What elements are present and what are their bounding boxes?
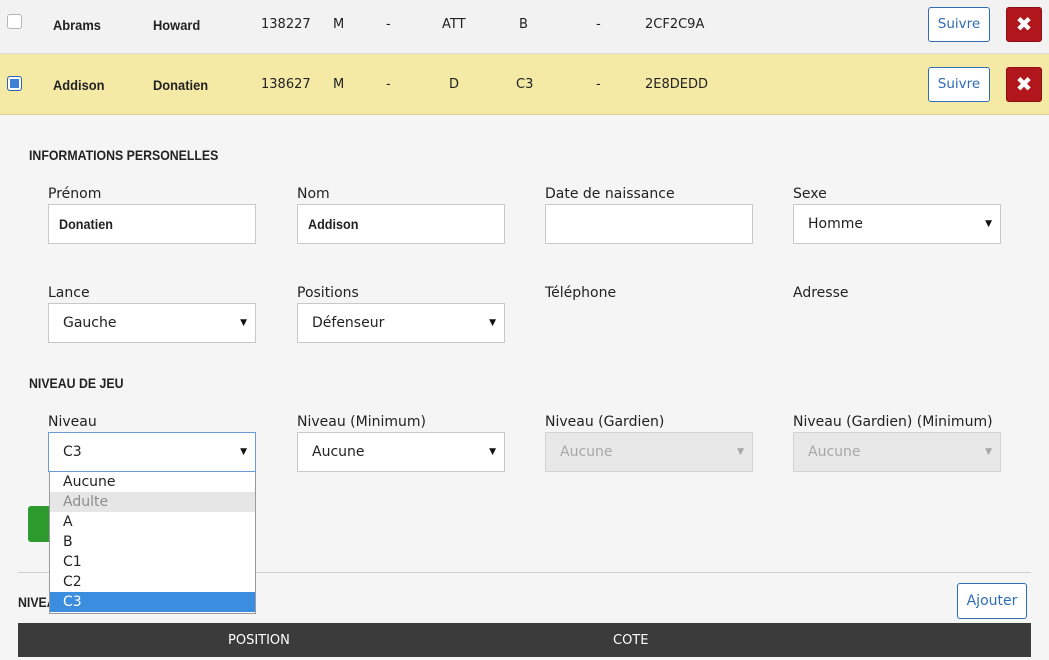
section-title-game-level: NIVEAU DE JEU — [29, 375, 124, 391]
dob-field[interactable] — [545, 204, 753, 244]
player-level: C3 — [516, 77, 534, 92]
close-icon[interactable]: ✖ — [1006, 67, 1042, 102]
row-checkbox[interactable] — [7, 76, 22, 91]
dropdown-option[interactable]: B — [50, 532, 255, 552]
player-code: 2CF2C9A — [645, 17, 705, 32]
positions-label: Positions — [297, 285, 359, 301]
sexe-label: Sexe — [793, 186, 827, 202]
niveau-label: Niveau — [48, 414, 97, 430]
niveau-select[interactable]: C3 ▼ — [48, 432, 256, 472]
player-position: ATT — [442, 17, 466, 32]
close-icon[interactable]: ✖ — [1006, 7, 1042, 42]
positions-value: Défenseur — [312, 315, 385, 331]
first-name: Donatien — [153, 77, 209, 93]
gardien-label: Niveau (Gardien) — [545, 414, 665, 430]
dropdown-option-selected[interactable]: C3 — [50, 592, 255, 612]
niveau-min-label: Niveau (Minimum) — [297, 414, 426, 430]
lance-select[interactable]: Gauche ▼ — [48, 303, 256, 343]
gardien-min-label: Niveau (Gardien) (Minimum) — [793, 414, 993, 430]
lance-value: Gauche — [63, 315, 117, 331]
player-position: D — [449, 77, 460, 92]
prenom-label: Prénom — [48, 186, 102, 202]
caret-down-icon: ▼ — [240, 447, 247, 457]
first-name: Howard — [153, 17, 201, 33]
niveau-value: C3 — [63, 444, 82, 460]
niveau-min-value: Aucune — [312, 444, 365, 460]
nom-field[interactable]: Addison — [297, 204, 505, 244]
dropdown-option[interactable]: Aucune — [50, 472, 255, 492]
col-position: POSITION — [228, 633, 290, 648]
table-row-selected[interactable]: Addison Donatien 138627 M - D C3 - 2E8DE… — [0, 54, 1049, 115]
caret-down-icon: ▼ — [985, 219, 992, 229]
sexe-value: Homme — [808, 216, 863, 232]
last-name: Addison — [53, 77, 105, 93]
player-number: 138227 — [261, 17, 311, 32]
player-col5: - — [386, 77, 391, 92]
follow-button[interactable]: Suivre — [928, 67, 990, 102]
gardien-value: Aucune — [560, 444, 613, 460]
lance-label: Lance — [48, 285, 90, 301]
table-row[interactable]: Abrams Howard 138227 M - ATT B - 2CF2C9A… — [0, 0, 1049, 54]
adresse-label: Adresse — [793, 285, 849, 301]
follow-button[interactable]: Suivre — [928, 7, 990, 42]
gardien-min-value: Aucune — [808, 444, 861, 460]
gardien-select: Aucune ▼ — [545, 432, 753, 472]
dropdown-option[interactable]: A — [50, 512, 255, 532]
dropdown-option-disabled: Adulte — [50, 492, 255, 512]
player-col8: - — [596, 17, 601, 32]
niveau-dropdown-list[interactable]: Aucune Adulte A B C1 C2 C3 — [49, 472, 256, 614]
caret-down-icon: ▼ — [985, 447, 992, 457]
dropdown-option[interactable]: C1 — [50, 552, 255, 572]
dropdown-option[interactable]: C2 — [50, 572, 255, 592]
telephone-label: Téléphone — [545, 285, 617, 301]
player-sex: M — [333, 17, 345, 32]
caret-down-icon: ▼ — [489, 318, 496, 328]
add-button[interactable]: Ajouter — [957, 583, 1027, 619]
positions-select[interactable]: Défenseur ▼ — [297, 303, 505, 343]
gardien-min-select: Aucune ▼ — [793, 432, 1001, 472]
caret-down-icon: ▼ — [737, 447, 744, 457]
dob-label: Date de naissance — [545, 186, 675, 202]
niveau-min-select[interactable]: Aucune ▼ — [297, 432, 505, 472]
player-sex: M — [333, 77, 345, 92]
player-code: 2E8DEDD — [645, 77, 709, 92]
prenom-field[interactable]: Donatien — [48, 204, 256, 244]
nom-label: Nom — [297, 186, 330, 202]
row-checkbox[interactable] — [7, 14, 22, 29]
caret-down-icon: ▼ — [240, 318, 247, 328]
player-number: 138627 — [261, 77, 311, 92]
player-level: B — [519, 17, 528, 32]
caret-down-icon: ▼ — [489, 447, 496, 457]
levels-table-header: POSITION COTE — [18, 623, 1031, 657]
last-name: Abrams — [53, 17, 101, 33]
col-cote: COTE — [613, 633, 649, 648]
player-col5: - — [386, 17, 391, 32]
section-title-personal: INFORMATIONS PERSONELLES — [29, 147, 219, 163]
sexe-select[interactable]: Homme ▼ — [793, 204, 1001, 244]
player-col8: - — [596, 77, 601, 92]
